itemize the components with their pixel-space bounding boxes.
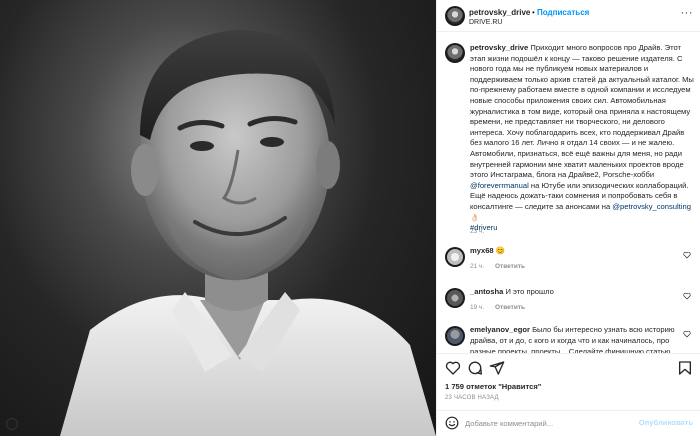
comment-item: _antosha И это прошло 19 ч. Ответить	[445, 286, 695, 320]
post-photo[interactable]	[0, 0, 436, 436]
share-icon[interactable]	[489, 360, 505, 376]
caption-time[interactable]: 23 ч.	[470, 228, 484, 235]
comment-body: И это прошло	[505, 287, 554, 296]
comment-username[interactable]: _antosha	[470, 287, 503, 296]
heart-icon[interactable]	[683, 251, 691, 259]
comment-icon[interactable]	[467, 360, 483, 376]
portrait-image	[60, 30, 436, 436]
follow-button[interactable]: Подписаться	[537, 8, 589, 17]
publish-button[interactable]: Опубликовать	[639, 418, 693, 427]
heart-icon[interactable]	[445, 360, 461, 376]
mention-link-1[interactable]: @foreverrmanual	[470, 181, 529, 190]
comment-item: emelyanov_egor Было бы интересно узнать …	[445, 324, 695, 353]
header-separator: •	[532, 8, 535, 17]
heart-icon[interactable]	[683, 292, 691, 300]
comment-time[interactable]: 21 ч.	[470, 263, 484, 270]
comment-avatar[interactable]	[445, 288, 465, 308]
author-subtitle: DRIVE.RU	[469, 19, 503, 26]
comment-body: 😊	[495, 246, 506, 255]
comment-input[interactable]	[465, 416, 637, 430]
reply-button[interactable]: Ответить	[495, 304, 525, 311]
reply-button[interactable]: Ответить	[495, 263, 525, 270]
more-icon[interactable]: ···	[681, 7, 694, 19]
post-time-ago[interactable]: 23 ЧАСОВ НАЗАД	[445, 395, 499, 401]
bookmark-icon[interactable]	[677, 360, 693, 376]
emoji-icon[interactable]	[445, 416, 459, 430]
comment-composer: Опубликовать	[437, 410, 700, 436]
comment-time[interactable]: 19 ч.	[470, 304, 484, 311]
caption-emoji: 👌🏻	[470, 212, 480, 222]
comment-avatar[interactable]	[445, 326, 465, 346]
mention-link-2[interactable]: @petrovsky_consulting	[612, 202, 691, 211]
photo-tag-indicator[interactable]	[6, 418, 18, 430]
caption-body-1: Приходит много вопросов про Драйв. Этот …	[470, 43, 694, 180]
author-username[interactable]: petrovsky_drive	[469, 8, 530, 17]
post-side-panel: petrovsky_drive • Подписаться DRIVE.RU ·…	[436, 0, 700, 436]
comment-text: emelyanov_egor Было бы интересно узнать …	[470, 324, 680, 353]
comment-text: _antosha И это прошло	[470, 286, 680, 297]
comment-item: myx68 😊 21 ч. Ответить	[445, 245, 695, 279]
post-actions: 1 759 отметок "Нравится" 23 ЧАСОВ НАЗАД …	[437, 353, 700, 436]
post-header: petrovsky_drive • Подписаться DRIVE.RU ·…	[437, 0, 700, 32]
comment-text: myx68 😊	[470, 245, 680, 256]
comment-username[interactable]: myx68	[470, 246, 494, 255]
caption-text: petrovsky_drive Приходит много вопросов …	[470, 43, 694, 234]
likes-count[interactable]: 1 759 отметок "Нравится"	[445, 382, 541, 391]
comment-avatar[interactable]	[445, 247, 465, 267]
heart-icon[interactable]	[683, 330, 691, 338]
comments-scroll-area[interactable]: petrovsky_drive Приходит много вопросов …	[437, 33, 700, 353]
caption-username[interactable]: petrovsky_drive	[470, 43, 528, 52]
comment-username[interactable]: emelyanov_egor	[470, 325, 530, 334]
author-avatar[interactable]	[445, 6, 465, 26]
caption-avatar[interactable]	[445, 43, 465, 63]
